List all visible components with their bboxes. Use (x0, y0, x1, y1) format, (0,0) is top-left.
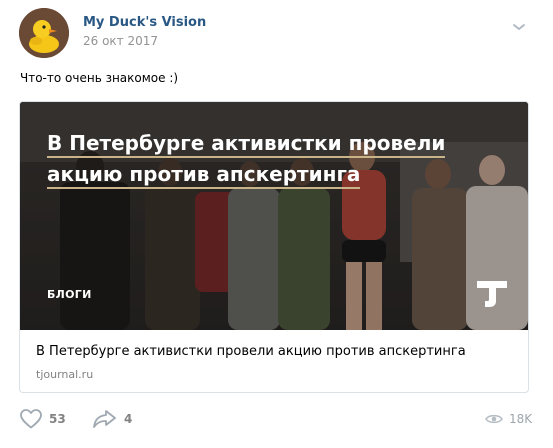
rubber-duck-avatar (19, 8, 69, 58)
author-name[interactable]: My Duck's Vision (83, 15, 206, 30)
card-image[interactable]: В Петербурге активистки провели акцию пр… (20, 102, 528, 330)
eye-icon (485, 414, 503, 424)
share-count: 4 (124, 412, 133, 426)
post-actions: 53 4 18K (0, 400, 553, 440)
card-title[interactable]: В Петербурге активистки провели акцию пр… (36, 344, 466, 359)
card-domain: tjournal.ru (36, 368, 94, 381)
tj-logo (475, 275, 509, 309)
share-arrow-icon (93, 410, 116, 428)
like-count: 53 (49, 412, 66, 426)
category-label: БЛОГИ (47, 288, 92, 301)
chevron-down-icon[interactable] (510, 18, 528, 30)
views-counter: 18K (485, 408, 532, 430)
like-button[interactable]: 53 (19, 408, 66, 430)
views-count: 18K (509, 412, 533, 426)
author-avatar[interactable] (19, 8, 69, 58)
wall-post: My Duck's Vision 26 окт 2017 Что-то очен… (0, 0, 553, 448)
post-text: Что-то очень знакомое :) (20, 71, 179, 85)
image-headline: В Петербурге активистки провели акцию пр… (47, 128, 477, 190)
share-button[interactable]: 4 (92, 408, 132, 430)
post-date[interactable]: 26 окт 2017 (83, 34, 158, 48)
heart-icon (20, 409, 42, 429)
link-card[interactable]: В Петербурге активистки провели акцию пр… (19, 101, 529, 393)
